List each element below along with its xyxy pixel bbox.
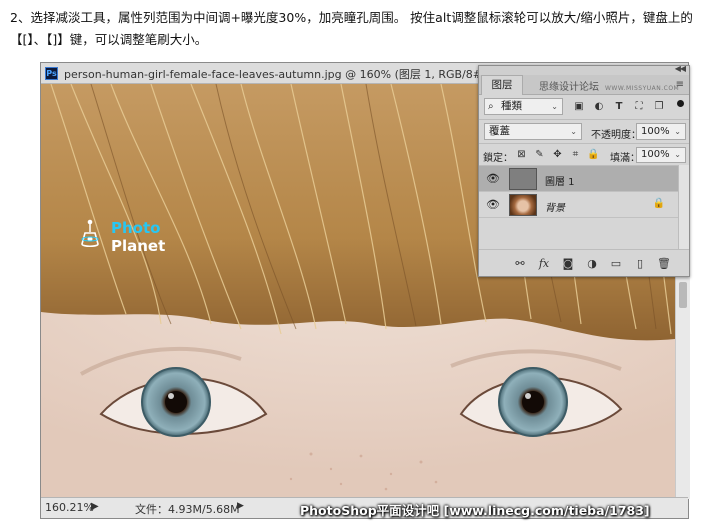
layer-list-scrollbar[interactable] [678, 165, 689, 251]
pixel-filter-icon[interactable]: ▣ [573, 101, 585, 113]
layer-list: 👁 圖層 1 👁 背景 🔒 [479, 165, 679, 251]
lock-pixels-icon[interactable]: ✎ [533, 148, 546, 161]
trash-icon[interactable]: 🗑 [657, 257, 671, 271]
source-watermark: PhotoShop平面设计吧 [www.linecg.com/tieba/178… [300, 503, 650, 518]
watermark-text-photo: Photo [111, 219, 161, 237]
adjustment-layer-icon[interactable]: ◑ [585, 257, 599, 271]
lock-artboard-icon[interactable]: ⌗ [569, 148, 582, 161]
smart-object-filter-icon[interactable]: ❐ [653, 101, 665, 113]
planet-logo-icon [81, 219, 99, 248]
layer-filter-row: ⌕ 種類 ⌄ ▣ ◐ T ⛶ ❐ [479, 95, 689, 119]
status-expand-icon[interactable]: ▶ [237, 501, 244, 511]
eye-icon[interactable]: 👁 [486, 173, 500, 185]
lock-all-icon[interactable]: 🔒 [587, 148, 600, 161]
lock-position-icon[interactable]: ✥ [551, 148, 564, 161]
blend-mode-value: 覆蓋 [489, 125, 510, 137]
tutorial-caption: 2、选择减淡工具，属性列范围为中间调+曝光度30%，加亮瞳孔周围。 按住alt调… [10, 7, 705, 51]
new-layer-icon[interactable]: ▯ [633, 257, 647, 271]
layer-style-fx-icon[interactable]: fx [537, 257, 551, 271]
chevron-down-icon: ⌄ [674, 150, 681, 159]
fill-value: 100% [641, 149, 670, 160]
layer-name[interactable]: 背景 [545, 199, 565, 214]
file-size-info: 文件：4.93M/5.68M [135, 503, 240, 516]
lock-row: 鎖定： ⊠ ✎ ✥ ⌗ 🔒 填滿： 100% ⌄ [479, 143, 689, 165]
opacity-value: 100% [641, 126, 670, 137]
chevron-down-icon: ⌄ [674, 127, 681, 136]
chevron-down-icon: ⌄ [551, 102, 558, 111]
site-watermark-name: 思缘设计论坛 [539, 82, 599, 93]
chevron-down-icon: ⌄ [570, 127, 577, 136]
opacity-label: 不透明度： [591, 130, 641, 141]
panel-menu-icon[interactable]: ≡ [676, 79, 684, 90]
collapse-icon[interactable]: ◀◀ [675, 64, 686, 73]
layer-filter-select[interactable]: ⌕ 種類 ⌄ [484, 98, 563, 115]
layer-row-background[interactable]: 👁 背景 🔒 [479, 192, 679, 218]
lock-icon: 🔒 [652, 198, 665, 209]
filter-toggle-icon[interactable] [677, 100, 684, 107]
status-menu-arrow-icon[interactable]: ▶ [91, 501, 99, 512]
fill-input[interactable]: 100% ⌄ [636, 147, 686, 163]
layer-thumbnail [509, 194, 537, 216]
adjustment-filter-icon[interactable]: ◐ [593, 101, 605, 113]
lock-transparency-icon[interactable]: ⊠ [515, 148, 528, 161]
new-group-folder-icon[interactable]: ▭ [609, 257, 623, 271]
caption-text: 2、选择减淡工具，属性列范围为中间调+曝光度30%，加亮瞳孔周围。 按住alt调… [10, 10, 693, 47]
layers-panel: ◀◀ 图层 思缘设计论坛 WWW.MISSYUAN.COM ≡ ⌕ 種類 ⌄ ▣ … [478, 64, 690, 277]
layer-thumbnail [509, 168, 537, 190]
eye-icon[interactable]: 👁 [486, 199, 500, 211]
zoom-level[interactable]: 160.21% [45, 501, 94, 514]
search-icon: ⌕ [488, 101, 494, 112]
blend-mode-select[interactable]: 覆蓋 ⌄ [484, 123, 582, 140]
panel-header-strip: ◀◀ [479, 64, 689, 75]
panel-tab-bar: 图层 思缘设计论坛 WWW.MISSYUAN.COM ≡ [479, 75, 689, 95]
photo-planet-watermark: Photo Planet [81, 219, 181, 259]
scrollbar-thumb[interactable] [679, 282, 687, 308]
type-filter-icon[interactable]: T [613, 101, 625, 113]
opacity-input[interactable]: 100% ⌄ [636, 123, 686, 140]
photoshop-logo-icon: Ps [45, 67, 58, 80]
shape-filter-icon[interactable]: ⛶ [633, 101, 645, 113]
blend-row: 覆蓋 ⌄ 不透明度： 100% ⌄ [479, 119, 689, 143]
document-title[interactable]: person-human-girl-female-face-leaves-aut… [64, 66, 495, 82]
link-layers-icon[interactable]: ⚯ [513, 257, 527, 271]
site-watermark: 思缘设计论坛 WWW.MISSYUAN.COM [539, 78, 679, 93]
site-watermark-url: WWW.MISSYUAN.COM [605, 85, 680, 92]
tab-layers[interactable]: 图层 [481, 75, 523, 95]
layer-row-layer1[interactable]: 👁 圖層 1 [479, 166, 679, 192]
watermark-text-planet: Planet [111, 237, 166, 255]
filter-value: 種類 [501, 100, 522, 112]
lock-label: 鎖定： [483, 153, 513, 164]
layers-panel-footer: ⚯ fx ◙ ◑ ▭ ▯ 🗑 [479, 249, 689, 276]
add-mask-icon[interactable]: ◙ [561, 257, 575, 271]
layer-name[interactable]: 圖層 1 [545, 173, 575, 188]
